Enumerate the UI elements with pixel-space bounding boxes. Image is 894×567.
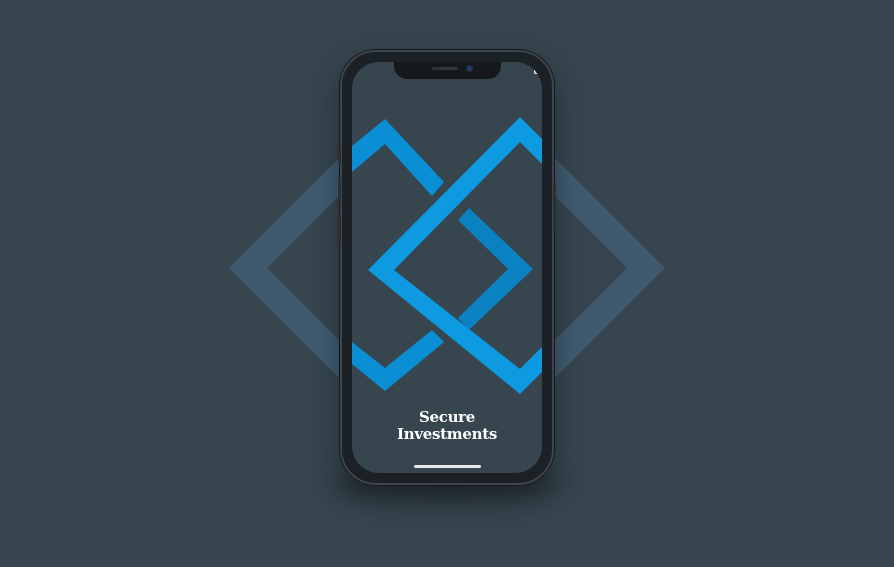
splash-screen[interactable]: Secure Investments bbox=[352, 62, 542, 473]
battery-icon bbox=[534, 67, 542, 74]
volume-down-button bbox=[338, 214, 341, 244]
volume-up-button bbox=[338, 177, 341, 207]
phone-mockup: Secure Investments bbox=[338, 50, 556, 485]
power-button bbox=[553, 182, 556, 230]
home-indicator[interactable] bbox=[414, 465, 481, 468]
front-camera bbox=[467, 66, 472, 71]
app-title-line2: Investments bbox=[397, 425, 497, 443]
mute-switch bbox=[338, 147, 341, 163]
showcase-stage: Secure Investments bbox=[0, 0, 894, 567]
app-title-line1: Secure bbox=[418, 408, 476, 426]
earpiece-speaker bbox=[432, 67, 458, 70]
app-title: Secure Investments bbox=[352, 409, 542, 443]
notch bbox=[394, 62, 501, 79]
